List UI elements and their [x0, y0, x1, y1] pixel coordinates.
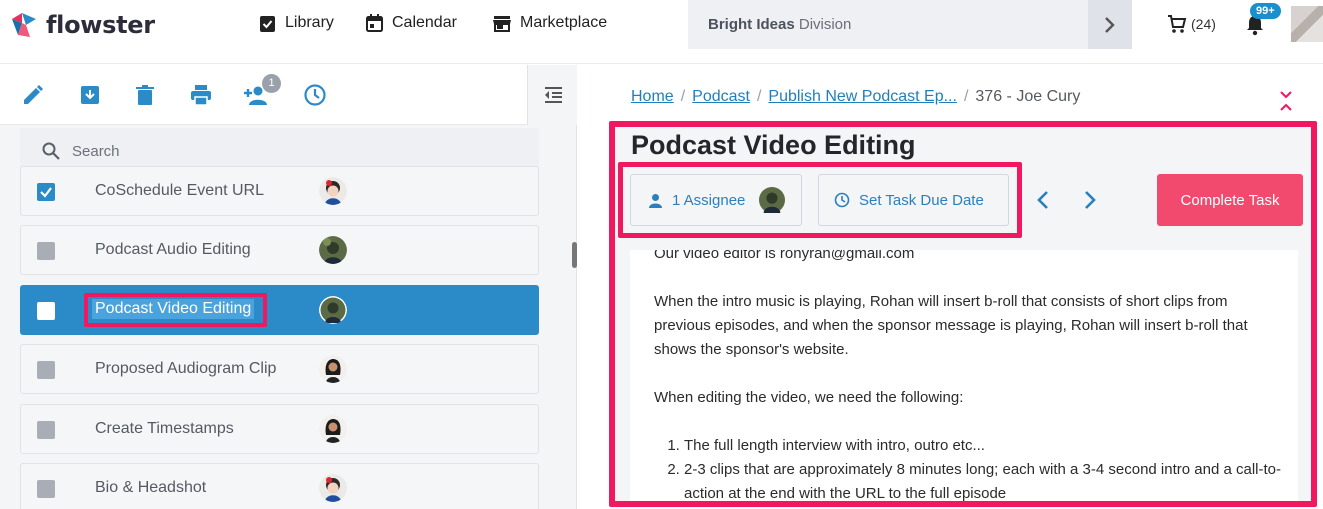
- flowster-logo-icon: [12, 13, 36, 37]
- task-toolbar: 1: [0, 65, 577, 125]
- task-label: Create Timestamps: [95, 420, 234, 437]
- storefront-icon: [493, 15, 511, 32]
- trash-icon[interactable]: [133, 83, 157, 107]
- cart-icon: [1168, 15, 1187, 33]
- task-title: Podcast Video Editing: [631, 130, 916, 160]
- complete-task-button[interactable]: Complete Task: [1157, 174, 1303, 226]
- list-scrollbar[interactable]: [572, 242, 577, 268]
- list-item: The full length interview with intro, ou…: [684, 434, 1284, 458]
- task-checkbox[interactable]: [37, 480, 55, 498]
- breadcrumb: Home / Podcast / Publish New Podcast Ep.…: [631, 88, 1080, 106]
- assignee-avatar: [319, 177, 347, 205]
- task-item[interactable]: Podcast Audio Editing: [20, 225, 539, 275]
- calendar-icon: [366, 14, 383, 32]
- description-paragraph: When the intro music is playing, Rohan w…: [654, 293, 1248, 358]
- task-checkbox[interactable]: [37, 421, 55, 439]
- cart-count: (24): [1191, 16, 1216, 32]
- task-description: Our video editor is ronyran@gmail.com Wh…: [630, 250, 1298, 501]
- task-item[interactable]: Bio & Headshot: [20, 463, 539, 509]
- task-label: Bio & Headshot: [95, 479, 207, 496]
- highlight-task-actions: [618, 162, 1022, 238]
- description-paragraph: When editing the video, we need the foll…: [654, 389, 964, 406]
- nav-calendar[interactable]: Calendar: [366, 14, 457, 32]
- requirements-list: The full length interview with intro, ou…: [684, 434, 1284, 501]
- breadcrumb-home[interactable]: Home: [631, 88, 674, 106]
- nav-marketplace-label: Marketplace: [520, 14, 608, 31]
- indent-icon: [544, 87, 562, 103]
- check-icon: [40, 187, 52, 198]
- breadcrumb-separator: /: [756, 88, 762, 105]
- task-checkbox[interactable]: [37, 302, 55, 320]
- clipboard-check-icon: [260, 16, 275, 32]
- collapse-panel-button[interactable]: [527, 65, 577, 125]
- archive-icon[interactable]: [78, 83, 102, 107]
- expand-collapse-icon[interactable]: [1278, 89, 1294, 113]
- chevron-right-icon[interactable]: [1080, 188, 1100, 212]
- task-checkbox[interactable]: [37, 242, 55, 260]
- search-icon: [42, 142, 60, 160]
- app-name: flowster: [46, 11, 155, 39]
- breadcrumb-separator: /: [680, 88, 686, 105]
- division-selector[interactable]: Bright Ideas Division: [688, 0, 1132, 49]
- nav-calendar-label: Calendar: [392, 14, 457, 31]
- task-item[interactable]: Create Timestamps: [20, 404, 539, 454]
- task-label: Podcast Audio Editing: [95, 241, 251, 258]
- task-checkbox[interactable]: [37, 361, 55, 379]
- task-label: CoSchedule Event URL: [95, 182, 264, 199]
- highlight-selected-task: [84, 293, 267, 327]
- app-logo[interactable]: flowster: [8, 9, 155, 41]
- division-next-button[interactable]: [1088, 0, 1132, 49]
- breadcrumb-podcast[interactable]: Podcast: [692, 88, 750, 106]
- task-item[interactable]: Proposed Audiogram Clip: [20, 344, 539, 394]
- assignee-avatar: [319, 415, 347, 443]
- cart-button[interactable]: (24): [1167, 14, 1216, 34]
- assignee-avatar: [319, 236, 347, 264]
- assignee-avatar: [319, 296, 347, 324]
- search-input[interactable]: Search: [72, 143, 120, 160]
- print-icon[interactable]: [189, 83, 213, 107]
- description-line: Our video editor is ronyran@gmail.com: [654, 250, 915, 262]
- assign-count-badge: 1: [262, 74, 281, 93]
- pencil-icon[interactable]: [21, 83, 45, 107]
- assignee-avatar: [319, 355, 347, 383]
- nav-marketplace[interactable]: Marketplace: [493, 14, 607, 32]
- division-name-rest: Division: [794, 16, 852, 33]
- assignee-avatar: [319, 474, 347, 502]
- task-label: Proposed Audiogram Clip: [95, 360, 277, 377]
- chevron-left-icon[interactable]: [1033, 188, 1053, 212]
- task-item[interactable]: CoSchedule Event URL: [20, 166, 539, 216]
- breadcrumb-current: 376 - Joe Cury: [975, 88, 1081, 105]
- breadcrumb-process[interactable]: Publish New Podcast Ep...: [768, 88, 957, 106]
- clock-icon[interactable]: [303, 83, 327, 107]
- top-bar: flowster Library Calendar Marketplace Br…: [0, 0, 1323, 64]
- list-item: 2-3 clips that are approximately 8 minut…: [684, 458, 1284, 501]
- chevron-right-icon: [1105, 16, 1115, 33]
- user-avatar[interactable]: [1291, 6, 1323, 42]
- division-name-bold: Bright Ideas: [708, 16, 795, 33]
- task-checkbox-checked[interactable]: [37, 183, 55, 201]
- division-name: Bright Ideas Division: [708, 16, 851, 33]
- breadcrumb-separator: /: [963, 88, 969, 105]
- nav-library[interactable]: Library: [259, 14, 334, 32]
- nav-library-label: Library: [285, 14, 334, 31]
- notification-badge: 99+: [1250, 3, 1281, 19]
